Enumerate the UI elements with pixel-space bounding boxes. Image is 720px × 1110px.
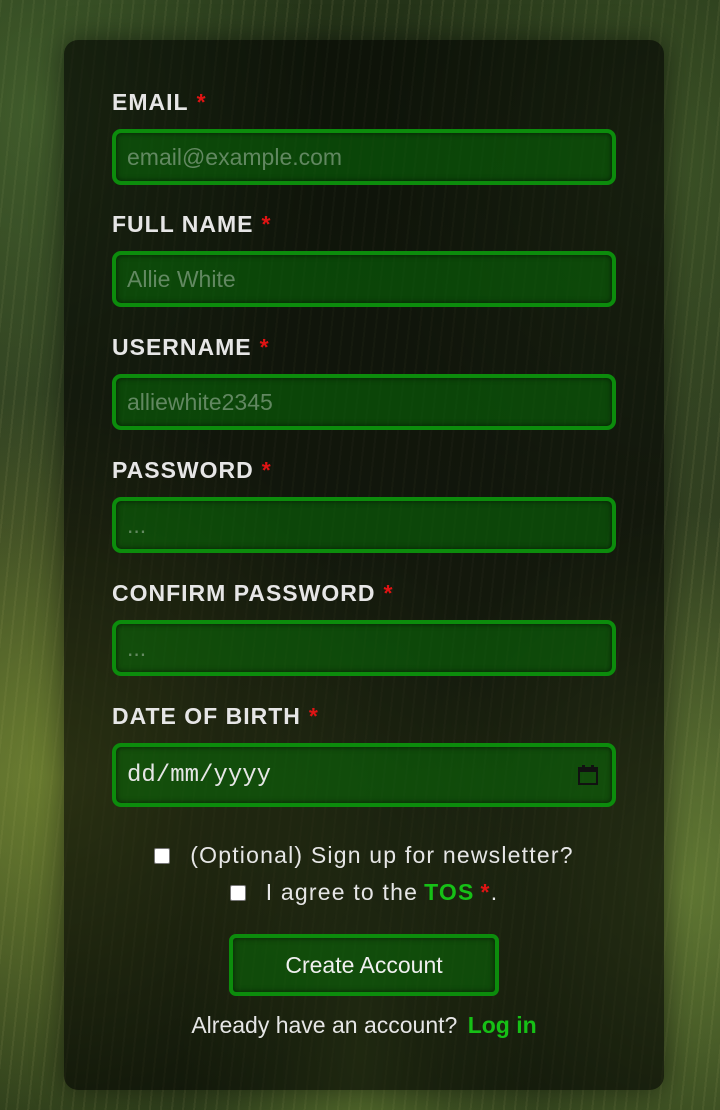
required-mark: * bbox=[261, 457, 272, 483]
tos-suffix: . bbox=[490, 879, 499, 905]
confirm-password-label: CONFIRM PASSWORD * bbox=[112, 580, 394, 606]
required-mark: * bbox=[383, 580, 394, 606]
confirm-password-placeholder: ... bbox=[127, 634, 147, 661]
username-field-group: USERNAME * alliewhite2345 bbox=[112, 333, 616, 430]
tos-prefix: I agree to the bbox=[265, 879, 419, 905]
full-name-placeholder: Allie White bbox=[127, 265, 236, 292]
create-account-button[interactable]: Create Account bbox=[229, 934, 499, 996]
tos-checkbox[interactable] bbox=[229, 884, 246, 901]
login-prompt-text: Already have an account? bbox=[191, 1012, 458, 1038]
login-link[interactable]: Log in bbox=[468, 1012, 537, 1038]
required-mark: * bbox=[196, 89, 207, 115]
email-placeholder: email@example.com bbox=[127, 143, 343, 170]
calendar-icon[interactable] bbox=[578, 765, 598, 785]
date-of-birth-input[interactable]: dd/mm/yyyy bbox=[112, 743, 616, 807]
required-mark: * bbox=[259, 334, 270, 360]
confirm-password-input[interactable]: ... bbox=[112, 620, 616, 676]
password-field-group: PASSWORD * ... bbox=[112, 456, 616, 553]
full-name-field-group: FULL NAME * Allie White bbox=[112, 210, 616, 307]
tos-row: I agree to the TOS * . bbox=[64, 879, 664, 906]
email-input[interactable]: email@example.com bbox=[112, 129, 616, 185]
confirm-password-field-group: CONFIRM PASSWORD * ... bbox=[112, 579, 616, 676]
full-name-input[interactable]: Allie White bbox=[112, 251, 616, 307]
full-name-label: FULL NAME * bbox=[112, 211, 272, 237]
required-mark: * bbox=[308, 703, 319, 729]
username-label: USERNAME * bbox=[112, 334, 270, 360]
login-prompt: Already have an account? Log in bbox=[64, 1012, 664, 1039]
username-placeholder: alliewhite2345 bbox=[127, 388, 273, 415]
newsletter-label: (Optional) Sign up for newsletter? bbox=[190, 842, 574, 868]
password-input[interactable]: ... bbox=[112, 497, 616, 553]
required-mark: * bbox=[480, 879, 491, 905]
date-placeholder: dd/mm/yyyy bbox=[127, 761, 272, 789]
newsletter-row: (Optional) Sign up for newsletter? bbox=[64, 842, 664, 869]
signup-card: EMAIL * email@example.com FULL NAME * Alli… bbox=[64, 40, 664, 1090]
password-placeholder: ... bbox=[127, 511, 147, 538]
email-field-group: EMAIL * email@example.com bbox=[112, 88, 616, 185]
date-of-birth-label: DATE OF BIRTH * bbox=[112, 703, 319, 729]
email-label: EMAIL * bbox=[112, 89, 207, 115]
required-mark: * bbox=[261, 211, 272, 237]
date-of-birth-field-group: DATE OF BIRTH * dd/mm/yyyy bbox=[112, 702, 616, 807]
username-input[interactable]: alliewhite2345 bbox=[112, 374, 616, 430]
tos-link[interactable]: TOS bbox=[424, 879, 474, 906]
newsletter-checkbox[interactable] bbox=[154, 847, 171, 864]
password-label: PASSWORD * bbox=[112, 457, 272, 483]
